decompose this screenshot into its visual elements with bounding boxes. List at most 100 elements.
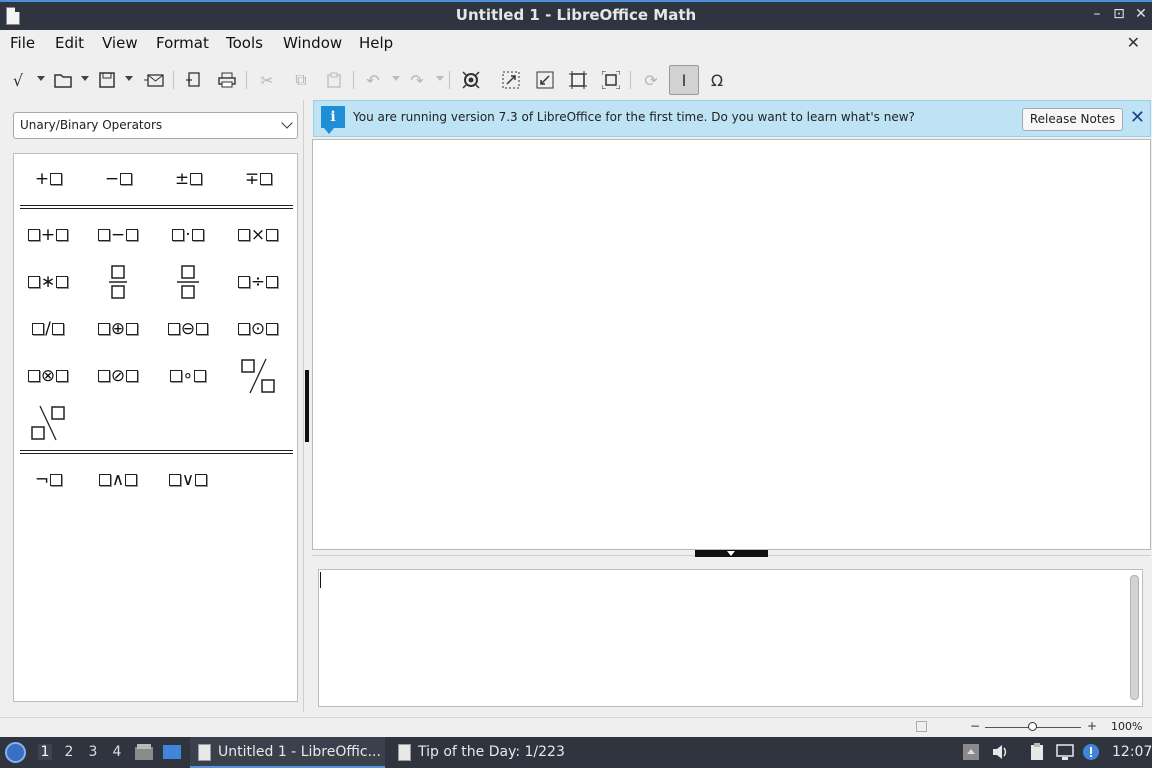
task-tip-of-the-day[interactable]: Tip of the Day: 1/223 (390, 737, 570, 768)
notification-icon[interactable] (1082, 743, 1100, 761)
start-menu-icon[interactable] (5, 742, 26, 763)
sidebar-collapse-handle[interactable] (305, 370, 309, 442)
menu-help[interactable]: Help (359, 34, 393, 52)
element-multiplication-asterisk[interactable]: ∗ (15, 262, 81, 302)
save-icon[interactable] (95, 68, 119, 92)
element-wide-backslash[interactable] (15, 403, 81, 443)
undo-icon[interactable]: ↶ (361, 68, 385, 92)
element-addition[interactable]: + (15, 215, 81, 255)
element-unary-plus[interactable]: + (15, 159, 81, 199)
redo-icon[interactable]: ↷ (405, 68, 429, 92)
export-pdf-icon[interactable] (181, 68, 205, 92)
element-wide-slash[interactable] (225, 356, 291, 396)
elements-panel: + − ± ∓ + − · × ∗ ÷ / ⊕ ⊖ ⊙ ⊗ ⊘ ∘ ¬ ∧ ∨ (13, 153, 298, 702)
whats-new-infobar: i You are running version 7.3 of LibreOf… (313, 100, 1151, 137)
formula-display[interactable] (312, 139, 1151, 550)
zoom-out-minus-icon[interactable]: − (970, 719, 980, 733)
element-multiplication-x[interactable]: × (225, 215, 291, 255)
section-divider (20, 205, 293, 209)
release-notes-button[interactable]: Release Notes (1022, 108, 1123, 131)
element-category-select[interactable]: Unary/Binary Operators (13, 112, 298, 139)
element-circled-minus[interactable]: ⊖ (155, 309, 221, 349)
formula-command-editor[interactable] (318, 569, 1143, 707)
close-infobar-icon[interactable]: ✕ (1130, 107, 1145, 128)
title-bar: Untitled 1 - LibreOffice Math – ⊡ ✕ (0, 0, 1152, 30)
editor-vertical-scrollbar[interactable] (1130, 575, 1139, 700)
workspace-1[interactable]: 1 (38, 744, 52, 760)
task-libreoffice-math[interactable]: Untitled 1 - LibreOffic... (190, 737, 385, 768)
maximize-icon[interactable]: ⊡ (1110, 6, 1128, 22)
save-dropdown-arrow-icon[interactable] (125, 76, 133, 81)
menu-file[interactable]: File (10, 34, 35, 52)
menu-window[interactable]: Window (283, 34, 342, 52)
element-unary-minus[interactable]: − (85, 159, 151, 199)
zoom-100-icon[interactable] (459, 68, 483, 92)
editor-collapse-handle[interactable] (695, 550, 768, 557)
desktop-taskbar: 1 2 3 4 Untitled 1 - LibreOffic... Tip o… (0, 737, 1152, 768)
workspace-2[interactable]: 2 (62, 744, 76, 760)
element-slash[interactable]: / (15, 309, 81, 349)
minimize-icon[interactable]: – (1088, 6, 1106, 22)
volume-icon[interactable] (991, 743, 1009, 761)
undo-dropdown-arrow-icon[interactable] (392, 76, 400, 81)
tray-arrow-icon[interactable] (962, 743, 980, 761)
new-document-icon[interactable]: √ (6, 68, 30, 92)
menu-edit[interactable]: Edit (55, 34, 84, 52)
element-boolean-or[interactable]: ∨ (155, 460, 221, 500)
file-manager-icon[interactable] (134, 743, 154, 761)
element-multiplication-dot[interactable]: · (155, 215, 221, 255)
close-document-icon[interactable]: ✕ (1127, 33, 1140, 52)
element-unary-plus-minus[interactable]: ± (155, 159, 221, 199)
show-desktop-icon[interactable] (162, 743, 182, 761)
copy-icon[interactable]: ⧉ (289, 68, 313, 92)
open-dropdown-arrow-icon[interactable] (81, 76, 89, 81)
zoom-in-plus-icon[interactable]: + (1087, 719, 1097, 733)
chevron-down-icon (281, 117, 293, 129)
element-unary-minus-plus[interactable]: ∓ (225, 159, 291, 199)
element-boolean-not[interactable]: ¬ (15, 460, 81, 500)
element-composition[interactable]: ∘ (155, 356, 221, 396)
clock: 12:07 (1112, 744, 1152, 760)
element-circled-plus[interactable]: ⊕ (85, 309, 151, 349)
zoom-slider-knob[interactable] (1028, 722, 1037, 731)
network-icon[interactable] (1056, 743, 1074, 761)
redo-dropdown-arrow-icon[interactable] (436, 76, 444, 81)
workspace-4[interactable]: 4 (110, 744, 124, 760)
element-boolean-and[interactable]: ∧ (85, 460, 151, 500)
element-division[interactable]: ÷ (225, 262, 291, 302)
zoom-in-icon[interactable] (499, 68, 523, 92)
element-wide-fraction[interactable] (155, 262, 221, 302)
element-circled-slash[interactable]: ⊘ (85, 356, 151, 396)
infobar-message: You are running version 7.3 of LibreOffi… (353, 110, 915, 124)
close-window-icon[interactable]: ✕ (1132, 6, 1150, 22)
new-dropdown-arrow-icon[interactable] (37, 76, 45, 81)
zoom-fit-icon[interactable] (599, 68, 623, 92)
text-cursor (320, 572, 321, 588)
update-icon[interactable]: ⟳ (639, 68, 663, 92)
menu-tools[interactable]: Tools (226, 34, 263, 52)
formula-cursor-icon[interactable]: I (669, 65, 699, 95)
status-bar: − + 100% (0, 717, 1152, 736)
cut-icon[interactable]: ✂ (255, 68, 279, 92)
zoom-out-icon[interactable] (533, 68, 557, 92)
open-folder-icon[interactable] (51, 68, 75, 92)
email-document-icon[interactable] (142, 68, 166, 92)
symbols-omega-icon[interactable]: Ω (705, 68, 729, 92)
paste-icon[interactable] (322, 68, 346, 92)
element-circled-times[interactable]: ⊗ (15, 356, 81, 396)
print-icon[interactable] (215, 68, 239, 92)
menu-format[interactable]: Format (156, 34, 209, 52)
element-subtraction[interactable]: − (85, 215, 151, 255)
menu-view[interactable]: View (102, 34, 138, 52)
zoom-level[interactable]: 100% (1111, 720, 1142, 733)
clipboard-icon[interactable] (1028, 743, 1046, 761)
element-fraction[interactable] (85, 262, 151, 302)
standard-toolbar: √ ✂ ⧉ ↶ ↷ ⟳ I Ω (0, 60, 1152, 98)
show-all-icon[interactable] (566, 68, 590, 92)
document-icon (398, 744, 411, 761)
element-category-value: Unary/Binary Operators (20, 118, 163, 132)
document-modified-icon (916, 721, 927, 732)
sidebar-splitter[interactable] (303, 100, 304, 712)
element-circled-dot[interactable]: ⊙ (225, 309, 291, 349)
workspace-3[interactable]: 3 (86, 744, 100, 760)
